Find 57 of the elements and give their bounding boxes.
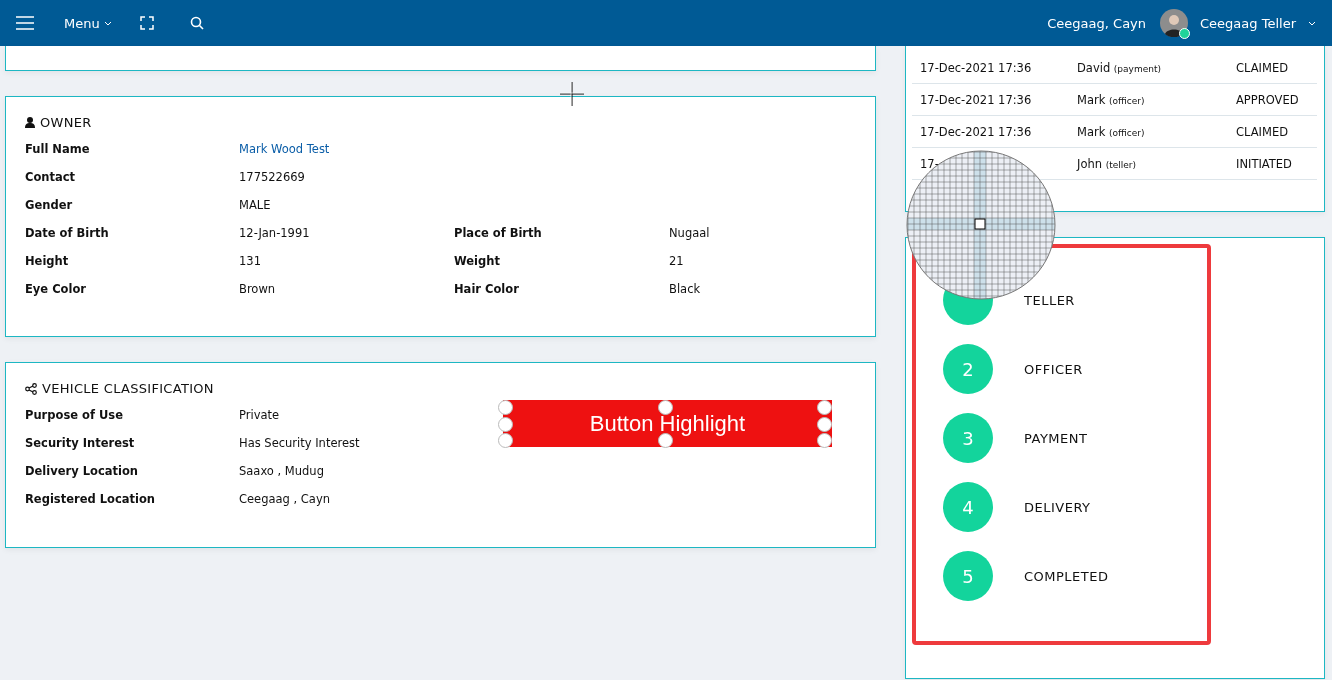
field-value: MALE [239,197,271,214]
share-icon [25,382,37,395]
field-label: Full Name [25,141,90,158]
step-circle: 2 [943,344,993,394]
field-label: Weight [454,253,500,270]
step-label: DELIVERY [1024,499,1091,515]
user-menu-button[interactable]: Ceegaag Teller [1196,11,1320,35]
date-cell-text: 17-Dec-2021 17:36 [920,60,1033,75]
step-label: COMPLETED [1024,568,1109,584]
step-circle: 4 [943,482,993,532]
field-value: Private [239,407,280,424]
field-value: 21 [669,253,684,270]
caret-icon [103,20,112,26]
field-label: Gender [25,197,73,214]
field-value: 12-Jan-1991 [239,225,310,242]
field-value: Ceegaag , Cayn [239,491,330,508]
field-label: Contact [25,169,76,186]
name-link[interactable]: Mark Wood Test [239,140,330,159]
step-label: TELLER [1024,292,1075,308]
step-label: OFFICER [1024,361,1083,377]
section-title: VEHICLE CLASSIFICATION [42,381,214,396]
user-cell-text: David (payment) [1077,60,1162,75]
field-value: Saaxo , Mudug [239,463,324,480]
caret-icon [1308,20,1316,26]
field-label: Registered Location [25,491,155,508]
date-cell-text: 17-Dec-2021 17:36 [920,92,1033,107]
field-label: Height [25,253,69,270]
menu-button[interactable]: Menu [60,11,116,35]
field-label: Eye Color [25,281,86,298]
date-cell-text: 17-Dec-2021 17:36 [920,124,1033,139]
step-label: PAYMENT [1024,430,1088,446]
field-value: Has Security Interest [239,435,360,452]
user-cell-text: John (teller) [1077,156,1137,171]
date-cell-text: 17- [920,156,940,171]
user-cell-text: Mark (officer) [1077,92,1146,107]
field-value: Brown [239,281,276,298]
person-icon [25,117,35,128]
user-location: Ceegaag, Cayn [1047,15,1147,31]
field-label: Delivery Location [25,463,139,480]
section-title: OWNER [40,115,92,130]
step-circle: 3 [943,413,993,463]
status-cell-text: APPROVED [1236,92,1300,107]
field-value: 177522669 [239,169,305,186]
user-cell-text: Mark (officer) [1077,124,1146,139]
status-cell-text: CLAIMED [1236,60,1289,75]
field-label: Security Interest [25,435,135,452]
field-value: Black [669,281,701,298]
field-label: Purpose of Use [25,407,123,424]
field-label: Place of Birth [454,225,542,242]
field-value: Nugaal [669,225,710,242]
field-label: Date of Birth [25,225,109,242]
field-label: Hair Color [454,281,519,298]
status-cell-text: INITIATED [1236,156,1293,171]
status-cell-text: CLAIMED [1236,124,1289,139]
avatar-icon [1160,9,1189,37]
step-circle: 5 [943,551,993,601]
field-value: 131 [239,253,261,270]
